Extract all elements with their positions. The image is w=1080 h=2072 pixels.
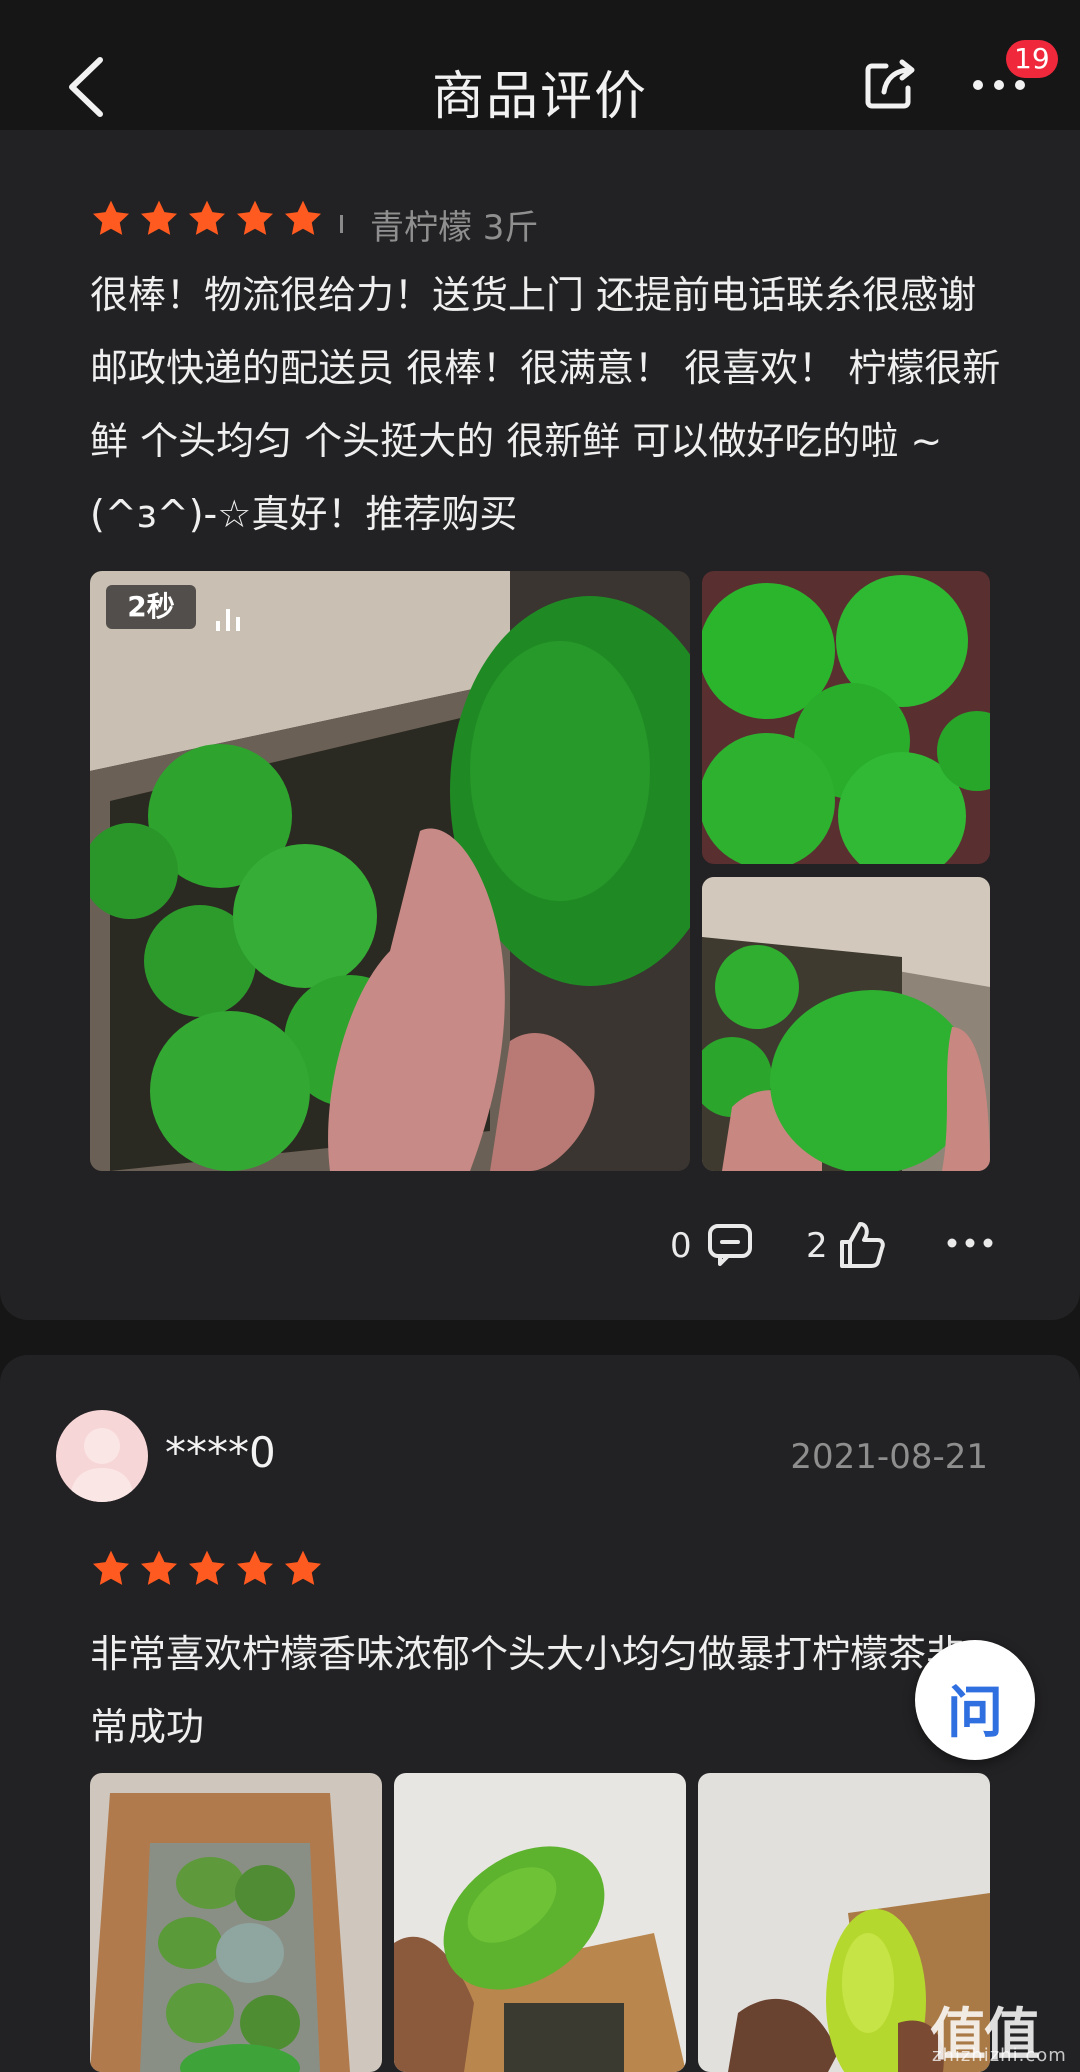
username: ****0 — [165, 1428, 276, 1477]
notification-badge: 19 — [1006, 40, 1058, 78]
watermark-url: zhizhizhi.com — [932, 2045, 1067, 2066]
ask-label: 问 — [947, 1681, 1003, 1746]
review-video[interactable]: 2秒 — [90, 571, 690, 1171]
avatar[interactable] — [56, 1410, 148, 1502]
star-icon — [188, 200, 226, 235]
star-icon — [188, 1550, 226, 1585]
review-date: 2021-08-21 — [790, 1437, 988, 1477]
lemon-box-photo — [90, 1773, 382, 2072]
star-icon — [140, 200, 178, 235]
user-avatar-icon — [70, 1428, 134, 1502]
review-photo[interactable] — [702, 571, 990, 864]
page-title: 商品评价 — [431, 67, 648, 127]
review-photo[interactable] — [394, 1773, 686, 2072]
review-actions: 0 2 — [668, 1218, 1008, 1274]
lemon-hand-photo — [394, 1773, 686, 2072]
review-photo[interactable] — [702, 877, 990, 1171]
audio-bars-icon — [216, 609, 240, 631]
star-icon — [92, 1550, 130, 1585]
star-icon — [284, 1550, 322, 1585]
product-spec: 青柠檬 3斤 — [370, 208, 539, 248]
review-text: 非常喜欢柠檬香味浓郁个头大小均匀做暴打柠檬茶非常成功 — [90, 1632, 965, 1749]
star-icon — [284, 200, 322, 235]
lemon-hand-photo — [702, 877, 990, 1171]
rating-stars — [90, 198, 324, 240]
review-photo[interactable] — [90, 1773, 382, 2072]
video-duration-badge: 2秒 — [106, 585, 196, 629]
thumbs-up-icon[interactable] — [836, 1220, 886, 1270]
comment-count: 0 — [670, 1226, 692, 1266]
share-icon[interactable] — [862, 56, 918, 112]
review-text: 很棒！物流很给力！送货上门 还提前电话联糸很感谢邮政快递的配送员 很棒！很满意！… — [90, 273, 1001, 536]
divider — [340, 215, 343, 233]
more-options-icon[interactable] — [946, 1228, 994, 1258]
like-count: 2 — [806, 1226, 828, 1266]
star-icon — [140, 1550, 178, 1585]
ask-button[interactable]: 问 — [915, 1640, 1035, 1760]
star-icon — [236, 200, 274, 235]
star-icon — [236, 1550, 274, 1585]
lemon-closeup-photo — [702, 571, 990, 864]
star-icon — [92, 200, 130, 235]
comment-icon[interactable] — [706, 1222, 754, 1268]
lemon-box-photo — [90, 571, 690, 1171]
rating-stars — [90, 1548, 324, 1590]
